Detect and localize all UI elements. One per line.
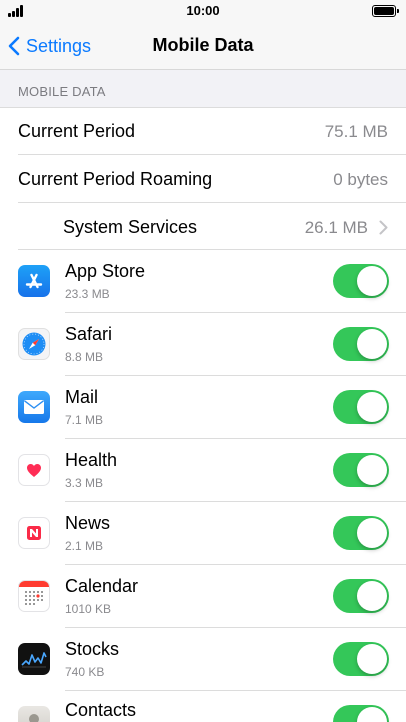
current-period-roaming-label: Current Period Roaming (18, 169, 213, 189)
app-row-safari: Safari 8.8 MB (0, 313, 406, 376)
app-name: Mail (65, 387, 99, 407)
battery-icon (372, 5, 399, 17)
section-header-label: MOBILE DATA (18, 84, 106, 99)
calendar-icon (18, 580, 50, 612)
mail-icon (18, 391, 50, 423)
app-row-contacts: Contacts (0, 691, 406, 722)
health-icon (18, 454, 50, 486)
stocks-toggle[interactable] (333, 642, 389, 676)
app-data-usage: 3.3 MB (65, 476, 104, 490)
current-period-label: Current Period (18, 121, 136, 141)
app-data-usage: 2.1 MB (65, 539, 104, 553)
app-data-usage: 1010 KB (65, 602, 112, 616)
status-time: 10:00 (186, 3, 220, 18)
health-toggle[interactable] (333, 453, 389, 487)
app-name: Stocks (65, 639, 120, 659)
system-services-label: System Services (63, 217, 198, 237)
contacts-toggle[interactable] (333, 705, 389, 722)
news-icon (18, 517, 50, 549)
app-name: Health (65, 450, 118, 470)
current-period-row: Current Period 75.1 MB (0, 108, 406, 155)
chevron-right-icon (379, 220, 388, 235)
app-name: Contacts (65, 700, 137, 720)
mail-toggle[interactable] (333, 390, 389, 424)
navigation-bar: Settings Mobile Data (0, 22, 406, 70)
app-name: Safari (65, 324, 113, 344)
section-header: MOBILE DATA (0, 70, 406, 108)
app-name: Calendar (65, 576, 139, 596)
calendar-toggle[interactable] (333, 579, 389, 613)
app-store-toggle[interactable] (333, 264, 389, 298)
safari-icon (18, 328, 50, 360)
safari-toggle[interactable] (333, 327, 389, 361)
page-title: Mobile Data (152, 35, 254, 55)
system-services-value: 26.1 MB (304, 218, 368, 237)
app-store-icon (18, 265, 50, 297)
app-data-usage: 740 KB (65, 665, 105, 679)
app-name: News (65, 513, 111, 533)
app-row-stocks: Stocks 740 KB (0, 628, 406, 691)
system-services-row[interactable]: System Services 26.1 MB (0, 203, 406, 250)
current-period-roaming-row: Current Period Roaming 0 bytes (0, 155, 406, 203)
app-name: App Store (65, 261, 146, 281)
app-row-app-store: App Store 23.3 MB (0, 250, 406, 313)
stocks-icon (18, 643, 50, 675)
current-period-roaming-value: 0 bytes (333, 170, 388, 189)
app-row-health: Health 3.3 MB (0, 439, 406, 502)
app-row-calendar: Calendar 1010 KB (0, 565, 406, 628)
status-bar: 10:00 (0, 0, 406, 22)
app-data-usage: 23.3 MB (65, 287, 110, 301)
news-toggle[interactable] (333, 516, 389, 550)
app-data-usage: 8.8 MB (65, 350, 104, 364)
current-period-value: 75.1 MB (324, 122, 388, 141)
app-row-mail: Mail 7.1 MB (0, 376, 406, 439)
contacts-icon (18, 706, 50, 722)
app-row-news: News 2.1 MB (0, 502, 406, 565)
app-data-usage: 7.1 MB (65, 413, 104, 427)
